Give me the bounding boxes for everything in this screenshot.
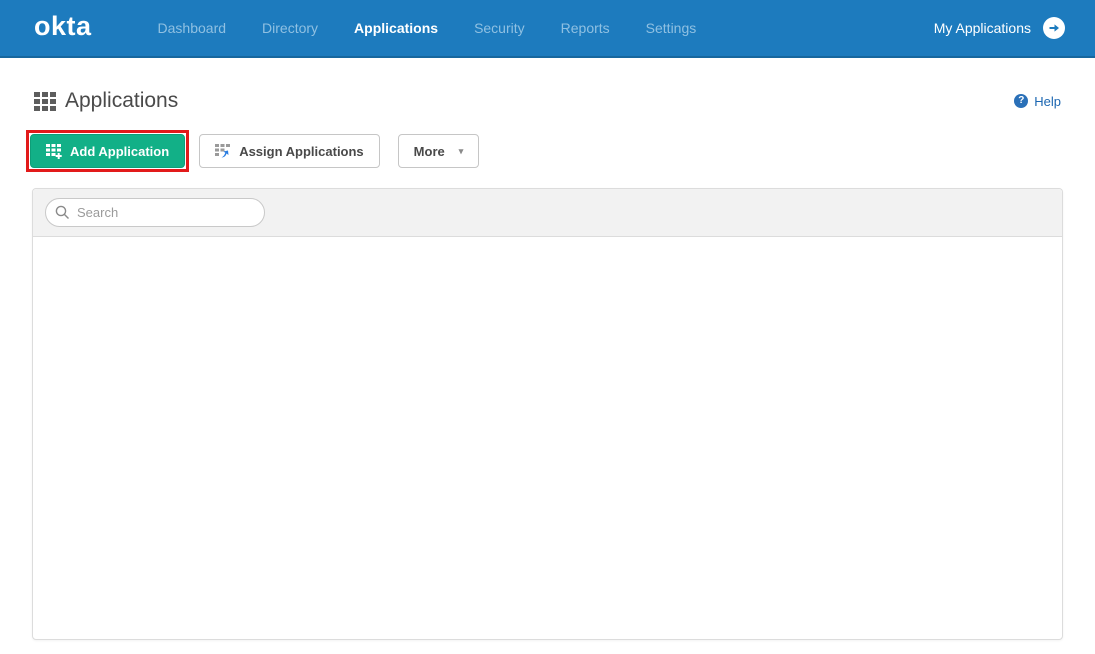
page-header: Applications ? Help: [32, 89, 1063, 113]
applications-grid-icon: [34, 91, 56, 111]
title-group: Applications: [34, 89, 178, 113]
chevron-down-icon: ▾: [458, 145, 464, 156]
more-label: More: [413, 143, 445, 159]
question-mark-icon: ?: [1014, 94, 1029, 108]
page-title: Applications: [65, 89, 179, 112]
nav-item-directory[interactable]: Directory: [262, 20, 318, 36]
toolbar: Add Application Assign Applications More…: [26, 130, 1063, 172]
help-link[interactable]: ? Help: [1014, 94, 1061, 109]
nav-item-dashboard[interactable]: Dashboard: [158, 20, 227, 36]
nav-item-settings[interactable]: Settings: [646, 20, 697, 36]
search-input[interactable]: [45, 198, 265, 227]
page-content: Applications ? Help Add Application Assi…: [0, 89, 1095, 640]
applications-panel: [32, 188, 1063, 640]
arrow-right-circle-icon[interactable]: [1043, 17, 1065, 39]
my-applications-link[interactable]: My Applications: [934, 20, 1031, 36]
nav-item-security[interactable]: Security: [474, 20, 525, 36]
main-nav: Dashboard Directory Applications Securit…: [158, 20, 934, 36]
annotation-highlight: Add Application: [26, 130, 190, 172]
navbar-right: My Applications: [934, 17, 1065, 39]
assign-applications-button[interactable]: Assign Applications: [199, 134, 380, 168]
add-application-label: Add Application: [70, 143, 170, 159]
okta-logo[interactable]: okta: [34, 12, 92, 44]
search-wrap: [45, 198, 265, 227]
more-button[interactable]: More ▾: [397, 134, 480, 168]
add-application-button[interactable]: Add Application: [30, 134, 186, 168]
top-navbar: okta Dashboard Directory Applications Se…: [0, 0, 1095, 58]
applications-list-empty: [33, 237, 1062, 639]
nav-item-applications[interactable]: Applications: [354, 20, 438, 36]
grid-arrow-icon: [215, 143, 231, 159]
panel-search-bar: [33, 189, 1062, 237]
assign-applications-label: Assign Applications: [239, 143, 364, 159]
nav-item-reports[interactable]: Reports: [561, 20, 610, 36]
help-label: Help: [1034, 93, 1061, 109]
grid-plus-icon: [46, 143, 62, 159]
